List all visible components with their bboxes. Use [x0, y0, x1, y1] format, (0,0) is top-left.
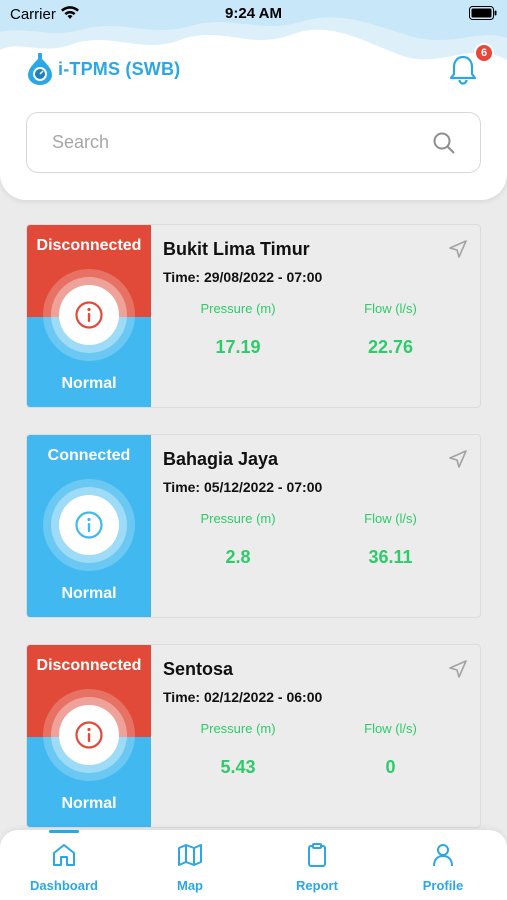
flow-value: 36.11: [368, 547, 413, 567]
notification-bell-icon[interactable]: [448, 54, 478, 86]
info-icon: [75, 511, 103, 539]
pressure-label: Pressure (m): [200, 721, 276, 736]
condition-status: Normal: [61, 795, 117, 812]
home-icon: [53, 844, 75, 866]
status-panel: Connected Normal: [27, 435, 151, 617]
info-icon: [75, 721, 103, 749]
search-bar[interactable]: [26, 112, 481, 173]
tab-report[interactable]: Report: [254, 842, 380, 894]
station-card[interactable]: Disconnected Normal Sentosa Time: 02/12/…: [26, 644, 481, 828]
tab-label: Dashboard: [30, 878, 98, 893]
status-circle: [59, 495, 119, 555]
condition-status: Normal: [61, 375, 117, 392]
notification-badge: 6: [474, 43, 494, 63]
station-time: Time: 02/12/2022 - 06:00: [163, 689, 323, 705]
connection-status: Disconnected: [36, 237, 142, 254]
navigate-arrow-icon[interactable]: [448, 239, 468, 259]
pressure-value: 5.43: [220, 757, 256, 777]
active-tab-indicator: [49, 830, 79, 833]
station-info: Sentosa Time: 02/12/2022 - 06:00 Pressur…: [163, 645, 480, 827]
flow-label: Flow (l/s): [364, 721, 417, 736]
tab-profile[interactable]: Profile: [380, 842, 506, 894]
info-icon: [75, 301, 103, 329]
status-circle: [59, 285, 119, 345]
navigate-arrow-icon[interactable]: [448, 659, 468, 679]
station-name: Bahagia Jaya: [163, 449, 279, 469]
bottom-tab-bar: Dashboard Map Report Profile: [0, 830, 507, 900]
station-info: Bukit Lima Timur Time: 29/08/2022 - 07:0…: [163, 225, 480, 407]
station-name: Sentosa: [163, 659, 234, 679]
app-logo-icon: [28, 53, 52, 85]
pressure-value: 17.19: [215, 337, 261, 357]
station-info: Bahagia Jaya Time: 05/12/2022 - 07:00 Pr…: [163, 435, 480, 617]
tab-label: Map: [177, 878, 203, 893]
station-card[interactable]: Connected Normal Bahagia Jaya Time: 05/1…: [26, 434, 481, 618]
user-icon: [433, 844, 453, 867]
flow-label: Flow (l/s): [364, 511, 417, 526]
clipboard-icon: [308, 843, 326, 867]
flow-value: 0: [385, 757, 396, 777]
status-circle: [59, 705, 119, 765]
app-brand: i-TPMS (SWB): [26, 52, 180, 86]
status-panel: Disconnected Normal: [27, 645, 151, 827]
navigate-arrow-icon[interactable]: [448, 449, 468, 469]
station-time: Time: 05/12/2022 - 07:00: [163, 479, 323, 495]
pressure-value: 2.8: [225, 547, 251, 567]
tab-dashboard[interactable]: Dashboard: [1, 842, 127, 894]
connection-status: Disconnected: [36, 657, 142, 674]
search-icon[interactable]: [432, 131, 456, 155]
tab-label: Report: [296, 878, 338, 893]
map-icon: [178, 844, 202, 866]
pressure-label: Pressure (m): [200, 301, 276, 316]
flow-label: Flow (l/s): [364, 301, 417, 316]
station-name: Bukit Lima Timur: [163, 239, 310, 259]
condition-status: Normal: [61, 585, 117, 602]
flow-value: 22.76: [367, 337, 414, 357]
status-bar: Carrier 9:24 AM: [0, 0, 507, 28]
pressure-label: Pressure (m): [200, 511, 276, 526]
station-time: Time: 29/08/2022 - 07:00: [163, 269, 323, 285]
app-title: i-TPMS (SWB): [58, 58, 181, 79]
status-panel: Disconnected Normal: [27, 225, 151, 407]
tab-map[interactable]: Map: [127, 842, 253, 894]
connection-status: Connected: [47, 447, 131, 464]
status-time: 9:24 AM: [225, 5, 282, 22]
search-input[interactable]: [52, 132, 432, 153]
station-card[interactable]: Disconnected Normal Bukit Lima Timur Tim…: [26, 224, 481, 408]
tab-label: Profile: [422, 878, 464, 893]
battery-icon: [469, 6, 497, 20]
